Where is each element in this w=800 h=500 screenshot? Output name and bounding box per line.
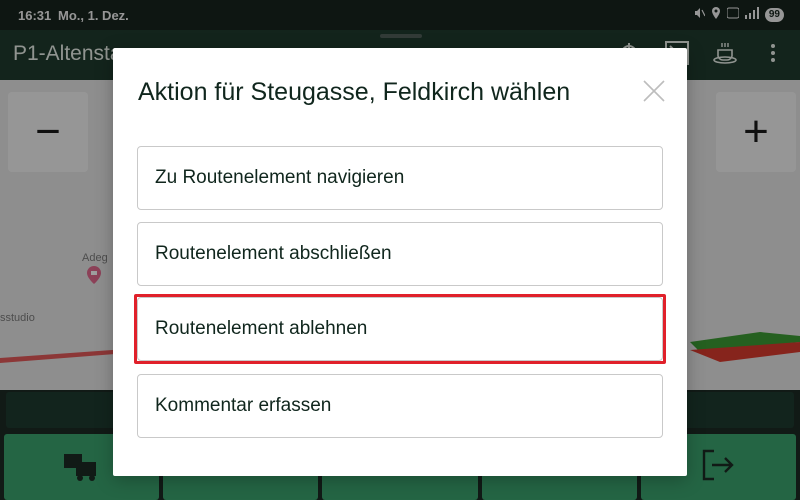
navigate-option[interactable]: Zu Routenelement navigieren — [137, 146, 663, 210]
comment-option[interactable]: Kommentar erfassen — [137, 374, 663, 438]
close-icon[interactable] — [641, 78, 667, 104]
dialog-title: Aktion für Steugasse, Feldkirch wählen — [138, 78, 571, 106]
action-dialog: Aktion für Steugasse, Feldkirch wählen Z… — [113, 48, 687, 476]
highlight-box — [134, 294, 666, 364]
complete-option[interactable]: Routenelement abschließen — [137, 222, 663, 286]
